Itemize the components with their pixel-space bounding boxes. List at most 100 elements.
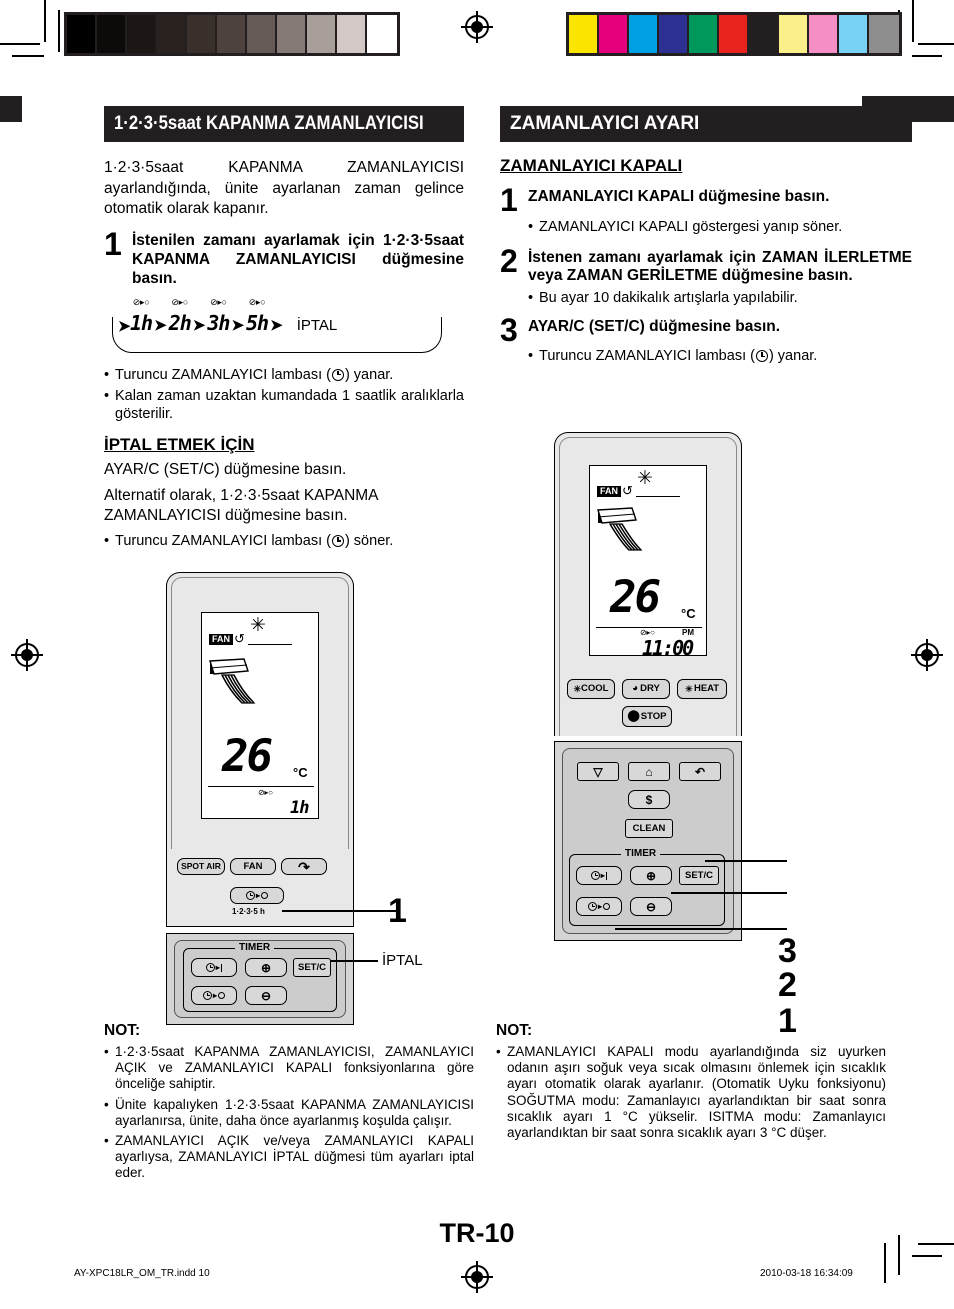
bullet-dot: • [104, 532, 110, 549]
lcd-divider-top [248, 644, 292, 646]
clock-to-off-icon: ▸ [245, 891, 268, 900]
cool-button[interactable]: ✳ COOL [567, 679, 615, 699]
right-step-2-bullet-text: Bu ayar 10 dakikalık artışlarla yapılabi… [539, 290, 798, 307]
timer-off-mark-icon: ⊘▸○ [248, 296, 266, 307]
cmyk-swatch-4 [689, 15, 719, 53]
bullet-dot: • [528, 290, 534, 307]
lcd-clock-value: 11:00 [642, 636, 694, 660]
left-cancel-para-1: AYAR/C (SET/C) düğmesine basın. [104, 460, 347, 478]
right-step-1-number: 1 [500, 182, 518, 218]
crop-mark-tl-h2 [12, 55, 44, 57]
right-column: ZAMANLAYICI AYARI ZAMANLAYICI KAPALI 1 Z… [500, 106, 912, 365]
registration-target-bottom [461, 1261, 493, 1293]
snowflake-icon: ✳ [637, 468, 653, 489]
economy-button[interactable]: $ [628, 790, 670, 809]
time-reverse-button[interactable]: ⊖ [245, 986, 287, 1005]
time-reverse-button[interactable]: ⊖ [630, 897, 672, 916]
stop-icon: ⬤ [627, 710, 640, 722]
right-section-header: ZAMANLAYICI AYARI [500, 106, 912, 142]
left-cancel-para-2: Alternatif olarak, 1·2·3·5saat KAPANMA Z… [104, 486, 378, 525]
fan-indicator: FAN [597, 486, 621, 497]
timer-lamp-icon [755, 349, 768, 362]
registration-target-right [911, 639, 943, 671]
timer-off-1235-button[interactable]: ▸ [230, 887, 284, 904]
bullet-dot: • [104, 1132, 109, 1148]
set-c-button[interactable]: SET/C [679, 866, 719, 885]
spot-air-button[interactable]: SPOT AIR [177, 858, 225, 875]
gray-swatch-10 [367, 15, 397, 53]
crop-mark-br-h2 [912, 1255, 942, 1257]
set-c-button[interactable]: SET/C [293, 958, 331, 977]
left-note-1-text: 1·2·3·5saat KAPANMA ZAMANLAYICISI, ZAMAN… [115, 1044, 474, 1092]
bullet-dot: • [496, 1044, 501, 1059]
left-cancel-bullet-b: ) söner. [344, 532, 394, 549]
time-advance-button[interactable]: ⊕ [245, 958, 287, 977]
left-bullet-lamp-text-b: ) yanar. [344, 366, 394, 383]
corner-block-bl [0, 96, 22, 122]
cycle-item-2h: ⊘▸○ 2h [169, 297, 192, 335]
gray-swatch-6 [247, 15, 277, 53]
cmyk-swatch-8 [809, 15, 839, 53]
footer-file-name: AY-XPC18LR_OM_TR.indd 10 [74, 1268, 210, 1279]
callout-line-iptal [330, 960, 378, 962]
cmyk-swatch-10 [869, 15, 899, 53]
dry-button[interactable]: ◕ DRY [622, 679, 670, 699]
right-remote-illustration: ✳ FAN ↺ 26 °C ⊘▸○ PM 11:00 ✳ COOL ◕ DRY … [554, 432, 844, 1038]
air-purify-button[interactable]: ⌂ [628, 762, 670, 781]
cycle-arrow-1: ➤ [154, 316, 167, 334]
crop-mark-br-v2 [884, 1243, 886, 1283]
left-note-block: NOT: • 1·2·3·5saat KAPANMA ZAMANLAYICISI… [104, 1022, 474, 1182]
cycle-arrow-4: ➤ [270, 316, 283, 334]
bullet-dot: • [104, 387, 110, 404]
right-sub-heading: ZAMANLAYICI KAPALI [500, 156, 683, 175]
gray-swatch-8 [307, 15, 337, 53]
right-note-block: NOT: • ZAMANLAYICI KAPALI modu ayarlandı… [496, 1022, 886, 1141]
stop-label: STOP [640, 710, 667, 722]
left-remote-body: ✳ FAN ↺ 26 °C ⊘▸○ 1h [166, 572, 354, 849]
timer-off-button[interactable]: ▸ [191, 986, 237, 1005]
snowflake-icon: ✳ [250, 615, 266, 636]
right-step-1-bullet: • ZAMANLAYICI KAPALI göstergesi yanıp sö… [528, 218, 912, 236]
air-direction-button[interactable]: ▽ [577, 762, 619, 781]
timer-off-mark-icon: ⊘▸○ [132, 296, 150, 307]
airflow-unit-icon [597, 507, 643, 551]
timer-off-1235-sublabel: 1·2·3·5 h [232, 907, 265, 916]
gray-swatch-4 [187, 15, 217, 53]
time-advance-button[interactable]: ⊕ [630, 866, 672, 885]
right-note-1-text: ZAMANLAYICI KAPALI modu ayarlandığında s… [507, 1044, 886, 1140]
plasma-button[interactable]: ↶ [679, 762, 721, 781]
footer-timestamp: 2010-03-18 16:34:09 [760, 1268, 853, 1279]
cmyk-swatch-9 [839, 15, 869, 53]
grayscale-calibration-bar [64, 12, 400, 56]
right-step-2-number: 2 [500, 242, 518, 279]
crop-mark-tl-v2 [58, 10, 60, 52]
right-step-1-text: ZAMANLAYICI KAPALI düğmesine basın. [528, 188, 830, 205]
timer-on-button[interactable]: ▸ [576, 866, 622, 885]
gray-swatch-1 [97, 15, 127, 53]
timer-cycle-diagram: ➤ ⊘▸○ 1h ➤ ⊘▸○ 2h ➤ ⊘▸○ 3h ➤ ⊘▸○ 5h ➤ İP… [104, 296, 464, 361]
swing-swirl-icon: ↺ [234, 631, 245, 646]
cool-icon: ✳ [573, 683, 582, 694]
stop-button[interactable]: ⬤ STOP [622, 706, 672, 727]
timer-on-button[interactable]: ▸ [191, 958, 237, 977]
bullet-dot: • [104, 1044, 109, 1059]
right-callout-number-3: 3 [778, 932, 797, 970]
right-step-1-bullet-text: ZAMANLAYICI KAPALI göstergesi yanıp söne… [539, 219, 843, 236]
clean-button[interactable]: CLEAN [625, 819, 673, 838]
timer-off-button[interactable]: ▸ [576, 897, 622, 916]
right-step-1: 1 ZAMANLAYICI KAPALI düğmesine basın. [500, 182, 912, 218]
dry-label: DRY [640, 683, 660, 695]
bullet-dot: • [104, 1096, 109, 1112]
swing-button[interactable]: ↷ [281, 858, 327, 875]
callout-line-1 [615, 928, 787, 930]
timer-group-label: TIMER [621, 848, 661, 859]
gray-swatch-5 [217, 15, 247, 53]
lcd-temperature-value: 26 [610, 572, 661, 623]
crop-mark-tr-v [912, 0, 914, 42]
cmyk-swatch-6 [749, 15, 779, 53]
fan-button[interactable]: FAN [230, 858, 276, 875]
left-note-3-text: ZAMANLAYICI AÇIK ve/veya ZAMANLAYICI KAP… [115, 1132, 474, 1181]
clock-to-on-icon: ▸ [590, 871, 608, 880]
cmyk-swatch-1 [599, 15, 629, 53]
heat-button[interactable]: ☀ HEAT [677, 679, 727, 699]
